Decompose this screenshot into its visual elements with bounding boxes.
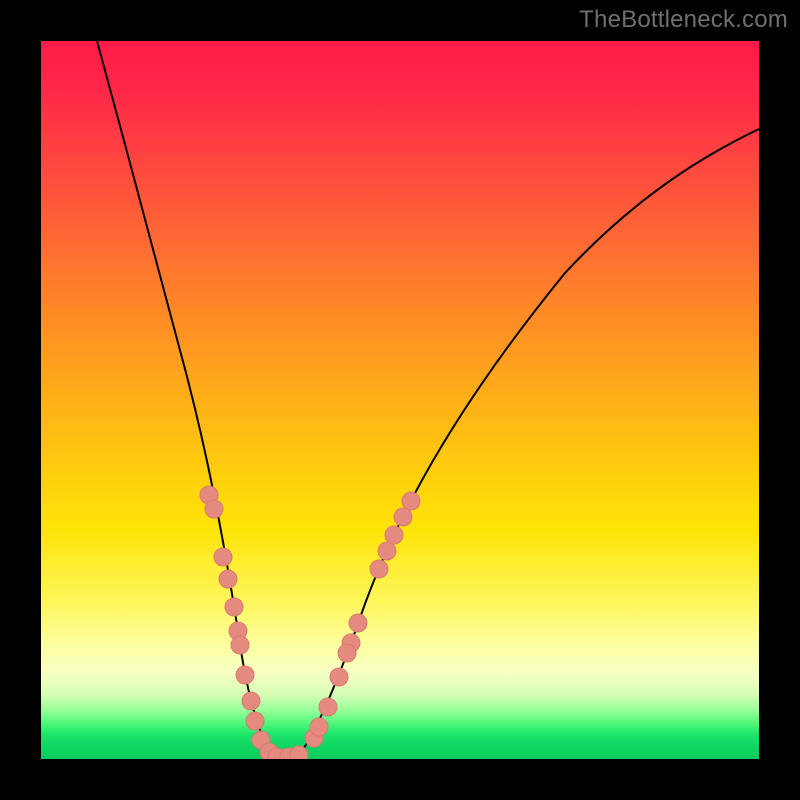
data-marker [370, 560, 388, 578]
data-marker [310, 718, 328, 736]
right-branch-path [296, 129, 759, 757]
data-marker [205, 500, 223, 518]
data-marker [349, 614, 367, 632]
watermark-text: TheBottleneck.com [579, 6, 788, 34]
data-marker [290, 746, 308, 759]
plot-area [41, 41, 759, 759]
data-marker [219, 570, 237, 588]
data-marker [236, 666, 254, 684]
curve-group [97, 41, 759, 757]
data-marker [394, 508, 412, 526]
data-marker [214, 548, 232, 566]
bottleneck-curve-svg [41, 41, 759, 759]
data-marker [231, 636, 249, 654]
left-branch-path [97, 41, 276, 757]
outer-frame: TheBottleneck.com [0, 0, 800, 800]
data-marker [319, 698, 337, 716]
data-marker [402, 492, 420, 510]
data-marker [378, 542, 396, 560]
data-marker [246, 712, 264, 730]
data-marker [225, 598, 243, 616]
data-marker [242, 692, 260, 710]
data-marker [338, 644, 356, 662]
data-marker [330, 668, 348, 686]
marker-group [200, 486, 420, 759]
data-marker [385, 526, 403, 544]
